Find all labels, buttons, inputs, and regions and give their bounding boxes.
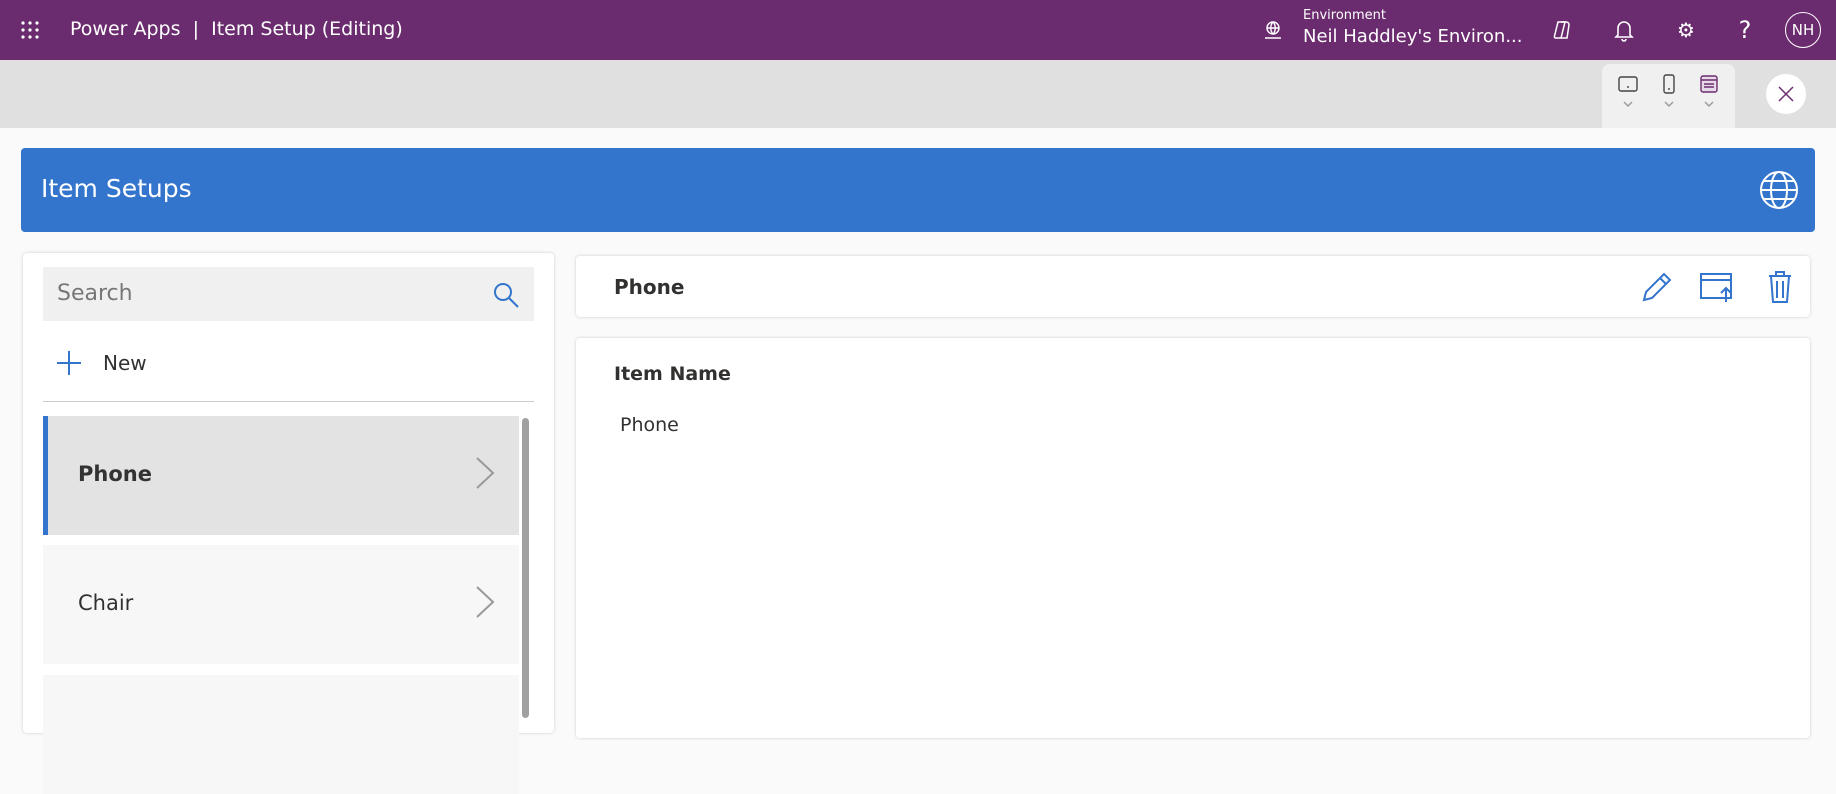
app-name: Power Apps [70,18,181,40]
settings-gear-icon[interactable]: ⚙ [1672,16,1700,44]
app-launcher-icon[interactable] [16,16,44,44]
close-icon [1778,86,1794,102]
app-title: Power Apps | Item Setup (Editing) [70,18,403,40]
environment-icon[interactable] [1259,16,1287,44]
list-item-label: Chair [78,591,134,615]
item-name-label: Item Name [614,363,731,385]
delete-trash-icon[interactable] [1767,270,1793,304]
search-input[interactable]: Search [57,281,133,306]
list-item[interactable] [43,675,519,794]
search-box[interactable]: Search [43,267,534,321]
list-item-label: Phone [78,462,152,486]
page-title: Item Setup (Editing) [211,18,403,40]
environment-label: Environment [1303,8,1387,23]
tablet-preview-button[interactable] [1616,74,1640,114]
app-screen-title: Item Setups [41,174,192,203]
title-separator: | [192,18,200,40]
detail-header: Phone [576,256,1810,317]
close-preview-button[interactable] [1766,74,1806,114]
list-scrollbar[interactable] [522,418,529,718]
help-icon[interactable]: ? [1731,16,1759,44]
top-bar: Power Apps | Item Setup (Editing) Enviro… [0,0,1836,60]
environment-selector[interactable]: Neil Haddley's Environ... [1303,26,1522,47]
copilot-icon[interactable] [1549,16,1577,44]
list-item[interactable]: Chair [43,545,519,664]
item-name-value: Phone [620,414,679,436]
detail-title: Phone [614,275,685,299]
app-header-banner: Item Setups [21,148,1815,232]
phone-preview-button[interactable] [1658,74,1682,114]
edit-pencil-icon[interactable] [1640,270,1672,304]
list-item-selected[interactable]: Phone [43,416,519,535]
user-avatar[interactable]: NH [1785,12,1821,48]
web-preview-button[interactable] [1698,74,1722,114]
globe-icon[interactable] [1759,170,1799,214]
divider [43,401,534,402]
detail-form: Item Name Phone [576,338,1810,738]
notifications-bell-icon[interactable] [1610,16,1638,44]
device-preview-panel [1602,64,1735,128]
plus-icon [57,351,81,375]
chevron-right-icon [476,457,495,489]
search-icon[interactable] [492,281,520,309]
studio-toolbar [0,60,1836,128]
new-item-label: New [103,351,147,375]
chevron-right-icon [476,586,495,618]
share-window-icon[interactable] [1699,270,1735,304]
new-item-button[interactable]: New [55,348,147,378]
